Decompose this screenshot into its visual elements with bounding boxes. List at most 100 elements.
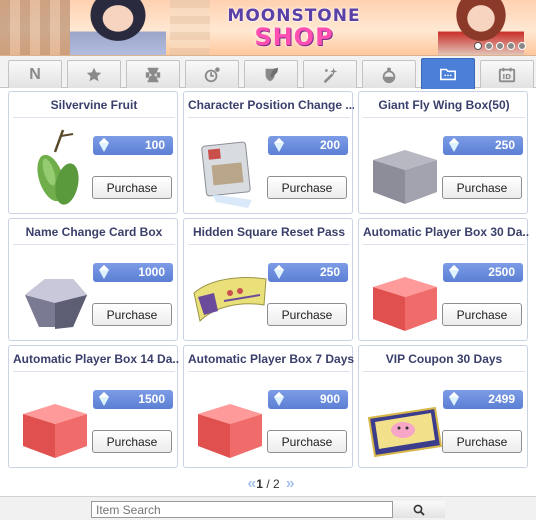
price-tag: 1000 bbox=[93, 263, 173, 282]
price-tag: 1500 bbox=[93, 390, 173, 409]
id-card-icon: ID bbox=[498, 67, 516, 82]
divider bbox=[13, 244, 175, 245]
price-tag: 900 bbox=[268, 390, 348, 409]
search-input[interactable] bbox=[92, 502, 392, 517]
price-tag: 200 bbox=[268, 136, 348, 155]
purchase-button[interactable]: Purchase bbox=[267, 303, 347, 326]
price-tag: 2499 bbox=[443, 390, 523, 409]
price-tag: 250 bbox=[268, 263, 348, 282]
folder-icon bbox=[439, 68, 457, 81]
next-page-arrow-icon[interactable]: » bbox=[286, 476, 295, 492]
price-tag: 100 bbox=[93, 136, 173, 155]
price-value: 100 bbox=[144, 138, 165, 152]
item-card: Hidden Square Reset Pass 250 Purchase bbox=[183, 218, 353, 341]
item-name: Hidden Square Reset Pass bbox=[192, 225, 346, 239]
banner-dot[interactable] bbox=[496, 42, 504, 50]
divider bbox=[13, 371, 175, 372]
tab-boxes[interactable] bbox=[421, 58, 475, 89]
banner-dot[interactable] bbox=[507, 42, 515, 50]
search-icon bbox=[413, 504, 425, 516]
price-value: 1500 bbox=[138, 392, 165, 406]
position-change-card-icon bbox=[201, 141, 252, 208]
tab-new[interactable]: N bbox=[8, 60, 62, 88]
price-tag: 250 bbox=[443, 136, 523, 155]
silvervine-fruit-icon bbox=[37, 129, 79, 205]
banner-page-dots bbox=[474, 42, 526, 50]
tab-rental[interactable] bbox=[126, 60, 180, 88]
tab-favorites[interactable] bbox=[67, 60, 121, 88]
current-page: 1 bbox=[256, 477, 263, 491]
tab-consumables[interactable] bbox=[362, 60, 416, 88]
price-value: 200 bbox=[319, 138, 340, 152]
purchase-button[interactable]: Purchase bbox=[92, 176, 172, 199]
tab-time-limited[interactable] bbox=[185, 60, 239, 88]
item-name: Character Position Change ... bbox=[188, 98, 354, 112]
n-letter-icon: N bbox=[29, 65, 41, 83]
shop-banner: MOONSTONE SHOP bbox=[0, 0, 536, 56]
search-button[interactable] bbox=[392, 501, 445, 518]
item-card: Character Position Change ... 200 Purcha… bbox=[183, 91, 354, 214]
shop-shelf-decoration bbox=[170, 0, 210, 55]
moonstone-gem-icon bbox=[449, 392, 459, 406]
banner-dot[interactable] bbox=[485, 42, 493, 50]
item-name: VIP Coupon 30 Days bbox=[385, 352, 503, 366]
divider bbox=[363, 371, 525, 372]
item-name: Automatic Player Box 30 Da... bbox=[363, 225, 529, 239]
page-separator: / bbox=[262, 477, 273, 491]
price-value: 1000 bbox=[138, 265, 165, 279]
total-pages: 2 bbox=[273, 477, 280, 491]
banner-dot[interactable] bbox=[474, 42, 482, 50]
purchase-button[interactable]: Purchase bbox=[267, 430, 347, 453]
item-card: Silvervine Fruit 100 Purchase bbox=[8, 91, 178, 214]
tab-equipment[interactable] bbox=[244, 60, 298, 88]
item-name: Automatic Player Box 14 Da... bbox=[13, 352, 179, 366]
silver-box-icon bbox=[25, 279, 87, 329]
reset-pass-ticket-icon bbox=[193, 277, 267, 323]
price-tag: 2500 bbox=[443, 263, 523, 282]
divider bbox=[188, 371, 350, 372]
shop-shelf-decoration bbox=[0, 0, 70, 55]
tab-cards[interactable]: ID bbox=[480, 60, 534, 88]
vip-coupon-icon bbox=[367, 406, 443, 458]
moonstone-gem-icon bbox=[274, 138, 284, 152]
svg-text:ID: ID bbox=[503, 72, 512, 81]
banner-dot[interactable] bbox=[518, 42, 526, 50]
item-card: Name Change Card Box 1000 Purchase bbox=[8, 218, 178, 341]
shop-logo-line2: SHOP bbox=[254, 23, 334, 51]
purchase-button[interactable]: Purchase bbox=[442, 176, 522, 199]
tab-enhancement[interactable] bbox=[303, 60, 357, 88]
red-box-icon bbox=[198, 404, 262, 458]
star-icon bbox=[86, 67, 102, 81]
bottom-bar bbox=[0, 496, 536, 520]
divider bbox=[363, 117, 525, 118]
page-indicator: 1 / 2 bbox=[256, 477, 279, 491]
moonstone-gem-icon bbox=[99, 392, 109, 406]
divider bbox=[188, 244, 350, 245]
purchase-button[interactable]: Purchase bbox=[442, 303, 522, 326]
item-card: Automatic Player Box 30 Da... 2500 Purch… bbox=[358, 218, 529, 341]
item-name: Giant Fly Wing Box(50) bbox=[378, 98, 510, 112]
purchase-button[interactable]: Purchase bbox=[267, 176, 347, 199]
moonstone-gem-icon bbox=[449, 138, 459, 152]
moonstone-gem-icon bbox=[99, 265, 109, 279]
item-card: Automatic Player Box 14 Da... 1500 Purch… bbox=[8, 345, 179, 468]
moonstone-gem-icon bbox=[449, 265, 459, 279]
price-value: 250 bbox=[494, 138, 515, 152]
purchase-button[interactable]: Purchase bbox=[442, 430, 522, 453]
clock-potion-icon bbox=[204, 66, 220, 82]
purchase-button[interactable]: Purchase bbox=[92, 303, 172, 326]
price-value: 2499 bbox=[488, 392, 515, 406]
price-value: 900 bbox=[319, 392, 340, 406]
item-card: Giant Fly Wing Box(50) 250 Purchase bbox=[358, 91, 528, 214]
item-name: Silvervine Fruit bbox=[50, 98, 138, 112]
purchase-button[interactable]: Purchase bbox=[92, 430, 172, 453]
gray-box-icon bbox=[373, 150, 437, 204]
price-value: 2500 bbox=[488, 265, 515, 279]
item-name: Name Change Card Box bbox=[25, 225, 163, 239]
item-card: Automatic Player Box 7 Days 900 Purchase bbox=[183, 345, 354, 468]
category-tabs: N ID bbox=[0, 56, 536, 89]
prev-page-arrow-icon[interactable]: « bbox=[247, 476, 256, 492]
shield-sword-icon bbox=[265, 67, 279, 81]
hourglass-icon bbox=[145, 67, 161, 82]
sparkle-wand-icon bbox=[323, 67, 338, 83]
